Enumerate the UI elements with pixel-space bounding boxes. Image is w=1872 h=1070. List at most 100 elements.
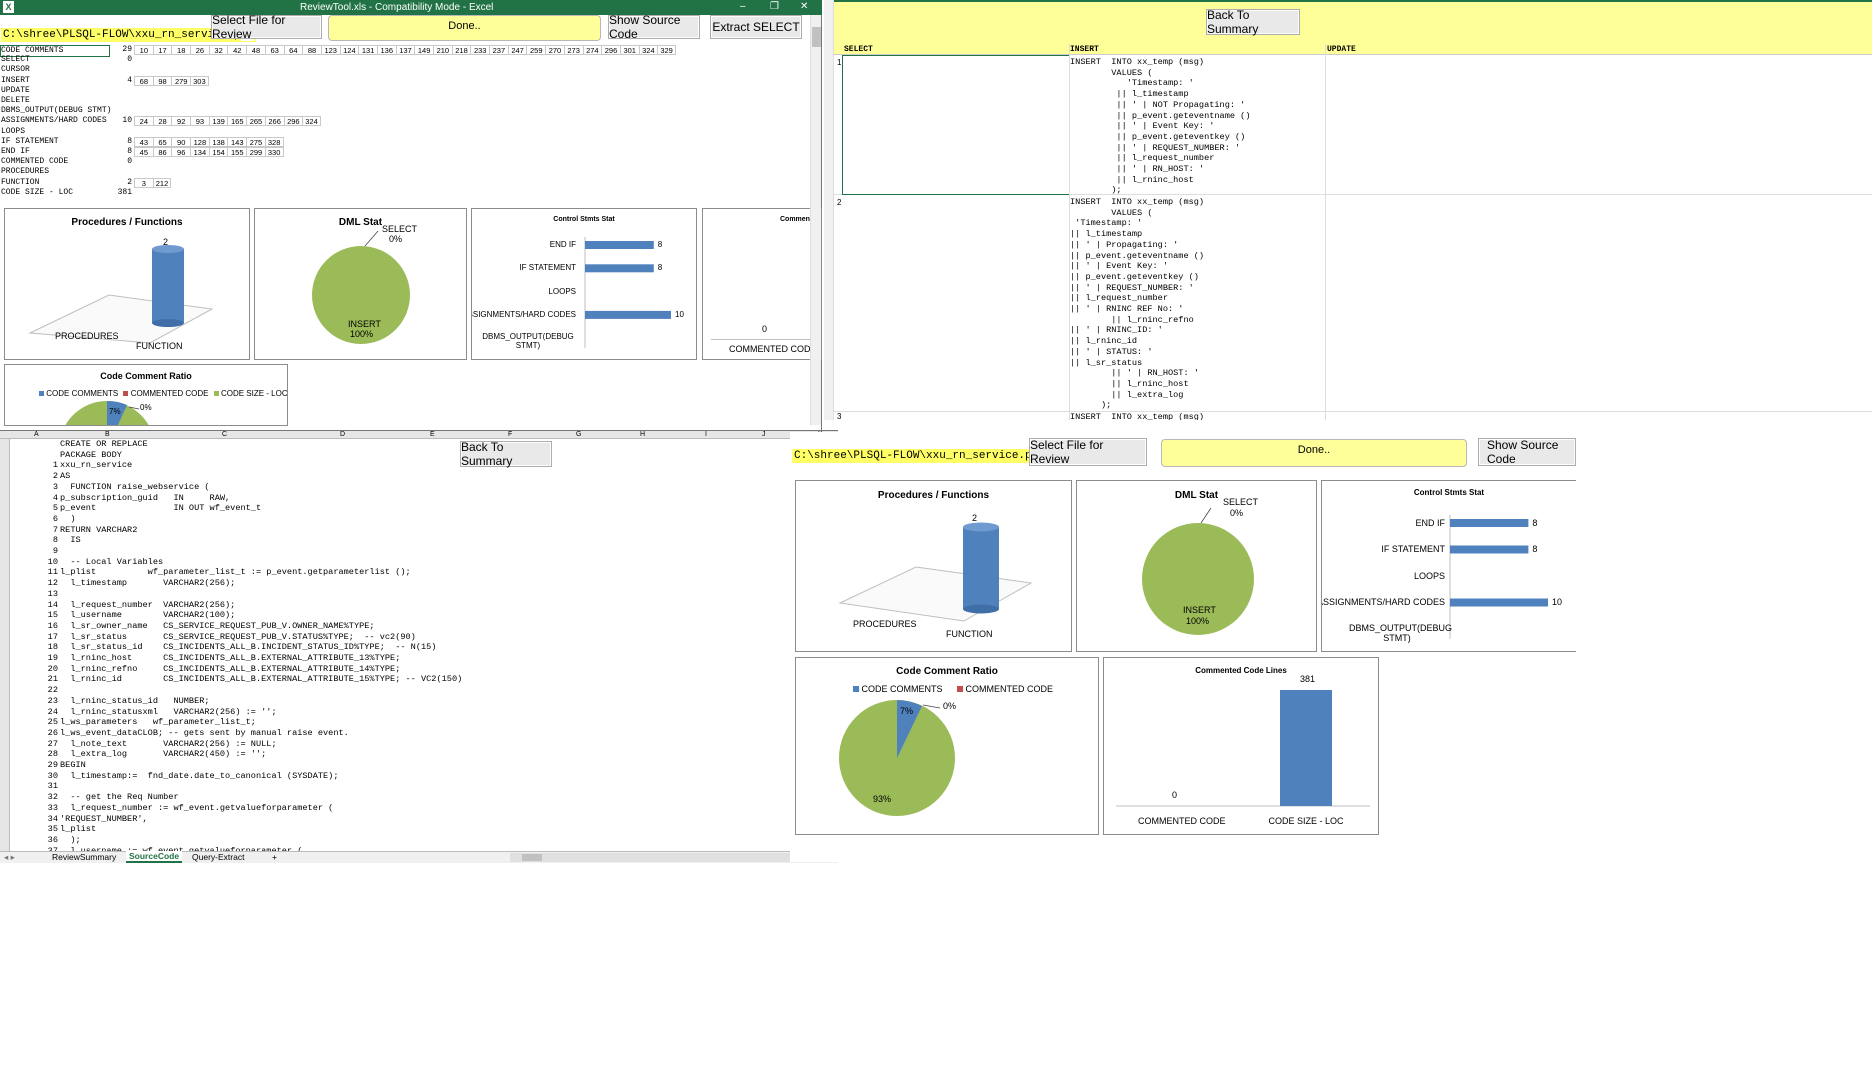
code-line: l_sr_status CS_SERVICE_REQUEST_PUB_V.STA… <box>60 631 416 642</box>
line-number-cell: 324 <box>302 116 321 127</box>
line-number-cell: 149 <box>414 45 433 55</box>
stat-row: LOOPS <box>0 127 810 137</box>
chart-title: Commen <box>780 216 810 223</box>
column-header[interactable]: G <box>576 431 581 438</box>
column-header[interactable]: A <box>34 431 39 438</box>
code-line: l_rninc_statusxml VARCHAR2(256) := ''; <box>60 706 277 717</box>
line-number-cell: 136 <box>376 45 396 55</box>
line-number-cell: 128 <box>190 136 209 147</box>
horizontal-scrollbar[interactable] <box>510 853 830 862</box>
stat-key: DBMS_OUTPUT(DEBUG STMT) <box>1 106 112 116</box>
header-update: UPDATE <box>1327 45 1356 54</box>
vertical-scrollbar[interactable] <box>810 15 821 425</box>
code-line: l_timestamp:= fnd_date.date_to_canonical… <box>60 770 339 781</box>
vertical-scrollbar[interactable] <box>824 0 834 420</box>
cylinder-chart-svg <box>28 245 214 344</box>
restore-button[interactable]: ❐ <box>770 1 779 12</box>
sheet-tab-query-extract[interactable]: Query-Extract <box>192 852 244 862</box>
line-number-cell: 233 <box>470 45 490 55</box>
pie-label-select-pct: 0% <box>1230 508 1244 518</box>
column-header[interactable]: H <box>640 431 645 438</box>
cylinder-chart-svg <box>838 522 1033 622</box>
column-header[interactable]: I <box>705 431 707 438</box>
line-number: 24 <box>47 706 58 717</box>
line-number-cell: 42 <box>227 45 247 55</box>
line-number: 11 <box>47 567 58 578</box>
code-line: -- get the Req Number <box>60 792 179 803</box>
line-number-cell: 26 <box>190 45 209 55</box>
selected-cell[interactable] <box>842 55 1070 195</box>
column-header[interactable]: D <box>340 431 345 438</box>
bar-function <box>963 527 999 609</box>
stat-row: CODE SIZE - LOC 381 <box>0 188 810 198</box>
column-header[interactable]: E <box>430 431 435 438</box>
data-label: 10 <box>675 309 684 319</box>
control-stmts-chart: Control Stmts Stat END IF 8 IF STATEMENT 8 L… <box>1321 480 1576 652</box>
scroll-thumb[interactable] <box>522 854 542 861</box>
stat-row: INSERT 4 68 98 279 303 <box>0 75 810 86</box>
back-to-summary-button[interactable]: Back To Summary <box>1206 8 1300 36</box>
line-number: 15 <box>47 610 58 621</box>
bar-function-bottom <box>152 319 184 327</box>
column-header[interactable]: F <box>508 431 512 438</box>
code-line: l_extra_log VARCHAR2(450) := ''; <box>60 749 267 760</box>
stat-row: DBMS_OUTPUT(DEBUG STMT) <box>0 106 810 116</box>
column-separator <box>1325 44 1326 420</box>
line-number-cell: 10 <box>134 45 153 55</box>
line-number-cell: 93 <box>190 116 209 127</box>
show-source-button[interactable]: Show Source Code <box>1478 438 1576 466</box>
line-number-cell: 32 <box>208 45 228 55</box>
line-number: 32 <box>47 792 58 803</box>
code-line: l_ws_parameters wf_parameter_list_t; <box>60 717 256 728</box>
line-number: 10 <box>47 556 58 567</box>
line-number-cell: 247 <box>507 45 527 55</box>
stat-row: ASSIGNMENTS/HARD CODES 10 24 28 92 93 139 165 26… <box>0 116 810 127</box>
extract-row: 2 INSERT INTO xx_temp (msg) VALUES ( 'Ti… <box>834 196 1872 412</box>
stat-key: COMMENTED CODE <box>1 157 69 167</box>
bar-function-bottom <box>963 604 999 614</box>
column-header[interactable]: J <box>762 431 766 438</box>
excel-icon: X <box>3 1 14 13</box>
line-number: 21 <box>47 674 58 685</box>
scroll-thumb[interactable] <box>812 27 821 47</box>
excel-window: X ReviewTool.xls - Compatibility Mode - … <box>0 0 822 432</box>
extract-select-button[interactable]: Extract SELECT <box>710 15 802 39</box>
code-line: l_plist <box>60 824 97 835</box>
pie-label-commented: 0% <box>140 403 152 412</box>
column-header[interactable]: B <box>105 431 110 438</box>
minimize-button[interactable]: – <box>740 1 746 12</box>
close-button[interactable]: ✕ <box>800 1 808 12</box>
sheet-tab-source-code[interactable]: SourceCode <box>126 851 183 863</box>
commented-code-lines-chart: Commented Code Lines 0 COMMENTED CODE 381 C… <box>1103 657 1379 835</box>
line-number-cell: 259 <box>526 45 546 55</box>
stat-row: END IF 8 45 86 96 134 154 155 299 330 <box>0 147 810 157</box>
line-number: 8 <box>52 535 58 546</box>
tab-nav-arrows[interactable]: ◂ ▸ <box>4 852 15 863</box>
line-number-cell: 123 <box>320 45 340 55</box>
line-number: 35 <box>47 824 58 835</box>
category-label: ASSIGNMENTS/HARD CODES <box>471 309 576 319</box>
select-file-button[interactable]: Select File for Review <box>211 13 322 41</box>
line-number: 19 <box>47 653 58 663</box>
category-label: IF STATEMENT <box>1381 544 1445 554</box>
stat-key: CODE SIZE - LOC <box>1 187 74 197</box>
sheet-tab-review-summary[interactable]: ReviewSummary <box>52 852 116 862</box>
line-number-cell: 63 <box>264 45 284 55</box>
add-sheet-button[interactable]: + <box>272 852 277 862</box>
code-line: l_note_text VARCHAR2(256) := NULL; <box>60 738 277 749</box>
code-line: l_timestamp VARCHAR2(256); <box>60 578 236 589</box>
line-number-cell: 134 <box>190 147 209 157</box>
column-header[interactable]: C <box>222 431 227 438</box>
select-file-button[interactable]: Select File for Review <box>1029 438 1147 466</box>
extract-window: Back To Summary SELECT INSERT UPDATE 1 I… <box>824 0 1872 420</box>
code-line: 'REQUEST_NUMBER', <box>60 813 148 824</box>
bar <box>1450 545 1529 554</box>
stat-key: FUNCTION <box>1 177 40 187</box>
line-number-cell: 98 <box>152 75 172 86</box>
code-line: p_event IN OUT wf_event_t <box>60 503 262 514</box>
line-number: 14 <box>47 599 58 610</box>
line-number-cell: 330 <box>264 147 284 157</box>
show-source-button[interactable]: Show Source Code <box>608 13 700 41</box>
code-line: IS <box>60 535 81 546</box>
bar-function <box>152 249 184 323</box>
